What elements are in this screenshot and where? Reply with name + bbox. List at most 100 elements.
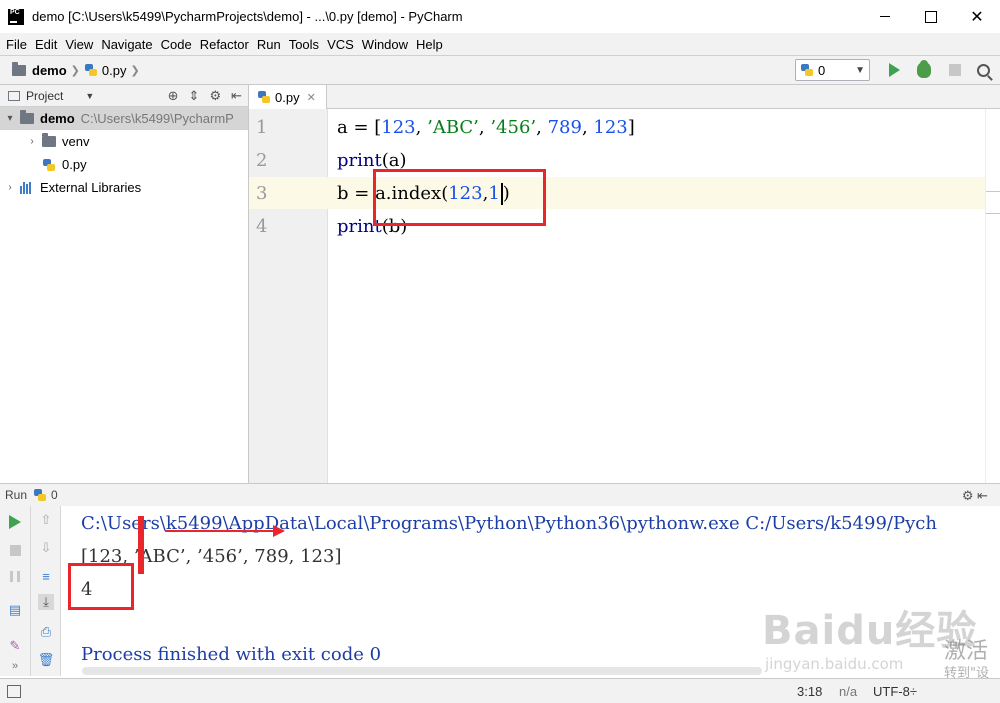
annotation-arrow-head	[273, 525, 285, 537]
minimize-button[interactable]	[862, 0, 908, 33]
code-number: 789	[547, 117, 582, 138]
line-separator[interactable]: n/a	[839, 684, 857, 699]
code-token: b =	[337, 183, 376, 204]
breadcrumb-file[interactable]: 0.py	[84, 63, 126, 78]
editor-error-stripe[interactable]	[985, 109, 1000, 483]
stop-icon[interactable]	[7, 542, 23, 558]
stop-button[interactable]	[949, 64, 961, 76]
code-token: ,	[478, 117, 491, 138]
toggle-tool-windows-icon[interactable]	[7, 684, 21, 698]
run-panel-config[interactable]: 0	[51, 488, 58, 502]
menu-edit[interactable]: Edit	[31, 37, 61, 52]
breadcrumb-project-label: demo	[32, 62, 67, 78]
debug-button[interactable]	[917, 60, 931, 78]
tree-item-venv[interactable]: › venv	[0, 130, 248, 153]
collapse-icon[interactable]: ⇕	[189, 88, 200, 104]
tab-0-py[interactable]: 0.py ✕	[249, 85, 327, 109]
trash-icon[interactable]: 🗑	[38, 652, 55, 668]
caret-position[interactable]: 3:18	[797, 684, 822, 699]
chevron-right-icon[interactable]: ›	[4, 182, 16, 193]
navigation-bar: demo ❯ 0.py ❯ 0 ▼	[0, 55, 1000, 85]
python-file-icon	[33, 488, 47, 502]
chevron-right-icon[interactable]: ›	[26, 136, 38, 147]
console-exit-message: Process finished with exit code 0	[81, 644, 382, 665]
tree-item-label: demo	[40, 111, 75, 126]
windows-activation-text: 激活	[944, 639, 989, 664]
pin-icon[interactable]: ✎	[7, 638, 23, 654]
tree-item-external-libraries[interactable]: › External Libraries	[0, 176, 248, 199]
soft-wrap-icon[interactable]: ≡	[38, 568, 54, 584]
scroll-to-end-icon[interactable]: ⤓	[38, 594, 54, 610]
arrow-down-icon[interactable]: ⇩	[38, 540, 54, 556]
rerun-icon[interactable]	[7, 514, 23, 530]
project-view-icon	[8, 90, 20, 101]
run-toolbar: 0 ▼	[795, 56, 1000, 84]
menu-refactor[interactable]: Refactor	[196, 37, 253, 52]
line-number: 4	[256, 216, 268, 237]
run-panel-label[interactable]: Run	[5, 488, 27, 502]
run-toolbar-secondary: ⇧ ⇩ ≡ ⤓ ⎙ 🗑	[31, 506, 61, 676]
windows-activation-subtext: 转到"设	[944, 666, 989, 681]
layout-icon[interactable]: ▤	[7, 602, 23, 618]
python-file-icon	[84, 63, 98, 77]
arrow-up-icon[interactable]: ⇧	[38, 512, 54, 528]
project-panel-header: Project ▼ ⊕ ⇕ ⚙ ⇤	[0, 85, 248, 107]
menu-view[interactable]: View	[61, 37, 97, 52]
project-panel: Project ▼ ⊕ ⇕ ⚙ ⇤ ▾ demo C:\Users\k5499\…	[0, 85, 249, 483]
chevron-down-icon[interactable]: ▼	[85, 91, 94, 101]
code-token: ,	[536, 117, 548, 138]
menu-code[interactable]: Code	[157, 37, 196, 52]
code-token: ,	[415, 117, 428, 138]
menu-vcs[interactable]: VCS	[323, 37, 358, 52]
annotation-box-code	[373, 169, 546, 226]
menu-navigate[interactable]: Navigate	[97, 37, 156, 52]
folder-icon	[12, 61, 26, 76]
code-editor[interactable]	[328, 109, 985, 483]
stripe-mark	[986, 191, 1000, 192]
gear-icon[interactable]: ⚙ ⇤	[962, 488, 988, 504]
menu-run[interactable]: Run	[253, 37, 285, 52]
annotation-marker	[138, 516, 144, 574]
print-icon[interactable]: ⎙	[38, 624, 54, 640]
close-icon[interactable]: ✕	[307, 91, 316, 104]
project-panel-title[interactable]: Project	[26, 89, 63, 103]
code-token: ,	[581, 117, 594, 138]
code-token: (a)	[381, 150, 407, 171]
pause-icon[interactable]	[7, 568, 23, 584]
run-config-select[interactable]: 0 ▼	[795, 59, 870, 81]
file-encoding[interactable]: UTF-8÷	[873, 684, 917, 699]
menu-window[interactable]: Window	[358, 37, 412, 52]
chevron-right-icon: ❯	[130, 64, 140, 77]
tree-item-label: External Libraries	[40, 180, 142, 195]
tree-item-demo[interactable]: ▾ demo C:\Users\k5499\PycharmP	[0, 107, 248, 130]
search-everywhere-button[interactable]	[977, 63, 990, 77]
menu-tools[interactable]: Tools	[285, 37, 323, 52]
menu-help[interactable]: Help	[412, 37, 447, 52]
maximize-button[interactable]	[908, 0, 954, 33]
python-file-icon	[257, 90, 271, 104]
run-config-value: 0	[818, 62, 826, 78]
python-file-icon	[800, 63, 814, 77]
hide-panel-icon[interactable]: ⇤	[231, 88, 242, 104]
title-bar: PC demo [C:\Users\k5499\PycharmProjects\…	[0, 0, 1000, 33]
locate-icon[interactable]: ⊕	[168, 88, 179, 104]
menu-file[interactable]: File	[2, 37, 31, 52]
close-button[interactable]: ✕	[954, 0, 1000, 33]
gear-icon[interactable]: ⚙	[209, 88, 221, 104]
menu-bar: File Edit View Navigate Code Refactor Ru…	[0, 33, 1000, 55]
library-icon	[20, 181, 34, 194]
chevron-down-icon[interactable]: ▾	[4, 113, 16, 124]
console-horizontal-scrollbar[interactable]	[82, 667, 762, 675]
tree-item-path: C:\Users\k5499\PycharmP	[80, 111, 234, 126]
code-string: ’456’	[490, 117, 537, 138]
chevron-down-icon: ▼	[855, 64, 865, 76]
tree-item-file[interactable]: 0.py	[0, 153, 248, 176]
code-number: 123	[593, 117, 628, 138]
more-icon[interactable]: »	[7, 658, 23, 674]
folder-icon	[20, 110, 34, 124]
run-button[interactable]	[889, 63, 900, 77]
breadcrumb-project[interactable]: demo	[12, 61, 67, 78]
code-token: ]	[627, 117, 635, 138]
code-number: 123	[381, 117, 416, 138]
baidu-watermark-url: jingyan.baidu.com	[765, 655, 904, 673]
